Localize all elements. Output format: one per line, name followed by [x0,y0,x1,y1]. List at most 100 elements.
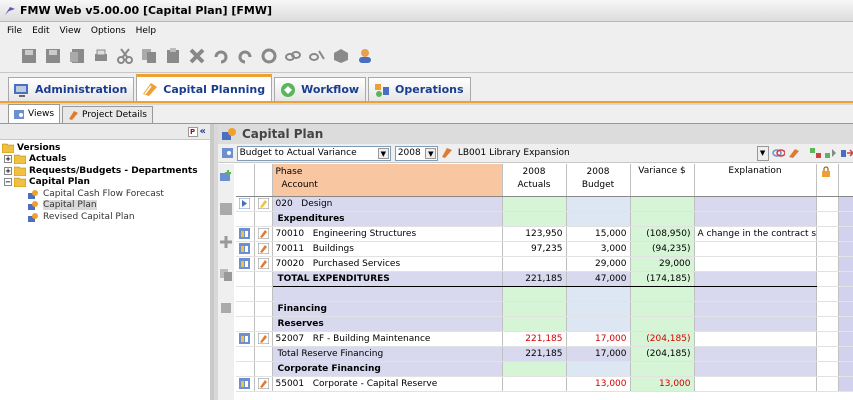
table-row: 70011 Buildings 97,235 3,000 (94,235) [236,241,853,257]
row-icon-cell [236,346,255,362]
tab-operations[interactable]: Operations [368,77,471,101]
budget-cell[interactable]: 29,000 [566,256,631,272]
tab-views[interactable]: Views [8,104,61,123]
menu-edit[interactable]: Edit [27,26,54,36]
actuals-cell[interactable]: 123,950 [502,226,567,242]
delete-row-icon[interactable] [220,302,232,314]
header-variance[interactable]: Variance $ [630,164,695,197]
menu-options[interactable]: Options [86,26,131,36]
project-dropdown-button[interactable]: ▼ [756,145,769,161]
explanation-cell[interactable]: A change in the contract s... [694,226,817,242]
budget-cell [566,211,631,227]
row-icon-cell [254,211,273,227]
row-icon-cell [236,361,255,377]
edit-row-icon[interactable] [254,241,273,257]
move-icon[interactable] [840,147,853,159]
header-explanation[interactable]: Explanation [694,164,817,197]
tree-node-actuals[interactable]: + Actuals [2,154,210,166]
tree-node-versions[interactable]: Versions [2,142,210,154]
explanation-cell[interactable] [694,376,817,392]
section-row: Expenditures [236,211,853,227]
budget-cell[interactable]: 15,000 [566,226,631,242]
edit-icon[interactable] [787,147,800,159]
header-phase-account[interactable]: Phase Account [272,164,503,197]
expand-icon[interactable]: + [4,155,12,164]
actuals-cell[interactable]: 221,185 [502,331,567,347]
budget-cell[interactable]: 13,000 [566,376,631,392]
actuals-cell[interactable]: 97,235 [502,241,567,257]
link-icon[interactable] [282,45,304,67]
explanation-cell[interactable] [694,241,817,257]
add-row-icon[interactable] [220,170,232,182]
explanation-cell[interactable] [694,331,817,347]
user-icon[interactable] [354,45,376,67]
menu-file[interactable]: File [2,26,27,36]
collapse-panel-icon[interactable]: « [200,126,206,137]
budget-cell[interactable]: 3,000 [566,241,631,257]
cut-icon[interactable] [114,45,136,67]
redo-icon[interactable] [234,45,256,67]
tree-collapse-icon[interactable] [824,147,837,159]
pin-icon[interactable]: P [187,126,198,137]
edit-row-icon[interactable] [254,331,273,347]
row-grid-icon[interactable] [220,203,232,215]
variance-cell: 13,000 [630,376,695,392]
actuals-cell[interactable] [502,256,567,272]
variance-cell: 29,000 [630,256,695,272]
save-icon[interactable] [42,45,64,67]
tab-capital-planning[interactable]: Capital Planning [136,74,273,101]
delete-icon[interactable] [186,45,208,67]
copy-row-icon[interactable] [220,269,232,281]
cube-icon[interactable] [330,45,352,67]
undo-icon[interactable] [210,45,232,67]
explanation-cell[interactable] [694,256,817,272]
print-icon[interactable] [90,45,112,67]
filler-cell [838,361,853,377]
paste-icon[interactable] [162,45,184,67]
tree-node-capital-plan[interactable]: − Capital Plan [2,177,210,189]
menu-help[interactable]: Help [131,26,162,36]
copy-icon[interactable] [138,45,160,67]
lock-cell [816,271,839,287]
tree-expand-icon[interactable] [809,147,822,159]
header-actuals[interactable]: 2008 Actuals [502,164,567,197]
expand-icon[interactable]: + [4,166,12,175]
header-budget[interactable]: 2008 Budget [566,164,631,197]
unlink-icon[interactable] [306,45,328,67]
tree-node-revised-capital-plan[interactable]: Revised Capital Plan [2,211,210,223]
tree-node-requests-budgets[interactable]: + Requests/Budgets - Departments [2,165,210,177]
lock-cell [816,256,839,272]
collapse-icon[interactable]: − [4,178,12,187]
tab-workflow[interactable]: Workflow [274,77,367,101]
account-details-icon[interactable] [236,241,255,257]
edit-row-icon[interactable] [254,226,273,242]
filler-cell [838,211,853,227]
chevron-down-icon[interactable]: ▼ [425,147,437,159]
variance-cell [630,316,695,332]
save-copy-icon[interactable] [66,45,88,67]
account-details-icon[interactable] [236,331,255,347]
actuals-cell[interactable] [502,376,567,392]
account-details-icon[interactable] [236,256,255,272]
chevron-down-icon[interactable]: ▼ [377,147,389,159]
edit-row-icon[interactable] [254,376,273,392]
menu-view[interactable]: View [55,26,86,36]
link-icon[interactable] [771,147,786,159]
tab-project-details[interactable]: Project Details [62,106,153,123]
lock-icon[interactable] [816,164,839,197]
project-select[interactable]: LB001 Library Expansion [455,145,745,161]
save-all-icon[interactable] [18,45,40,67]
edit-row-icon[interactable] [254,256,273,272]
tab-administration[interactable]: Administration [8,77,135,101]
view-select[interactable]: Budget to Actual Variance ▼ [236,145,391,161]
move-row-icon[interactable] [220,236,232,248]
phase-expand-icon[interactable] [236,196,255,212]
account-details-icon[interactable] [236,226,255,242]
year-select[interactable]: 2008 ▼ [394,145,439,161]
budget-cell[interactable]: 17,000 [566,331,631,347]
refresh-icon[interactable] [258,45,280,67]
account-details-icon[interactable] [236,376,255,392]
edit-row-icon[interactable] [254,196,273,212]
tree-node-capital-plan-selected[interactable]: Capital Plan [2,200,210,212]
tree-node-capital-cash-flow-forecast[interactable]: Capital Cash Flow Forecast [2,188,210,200]
